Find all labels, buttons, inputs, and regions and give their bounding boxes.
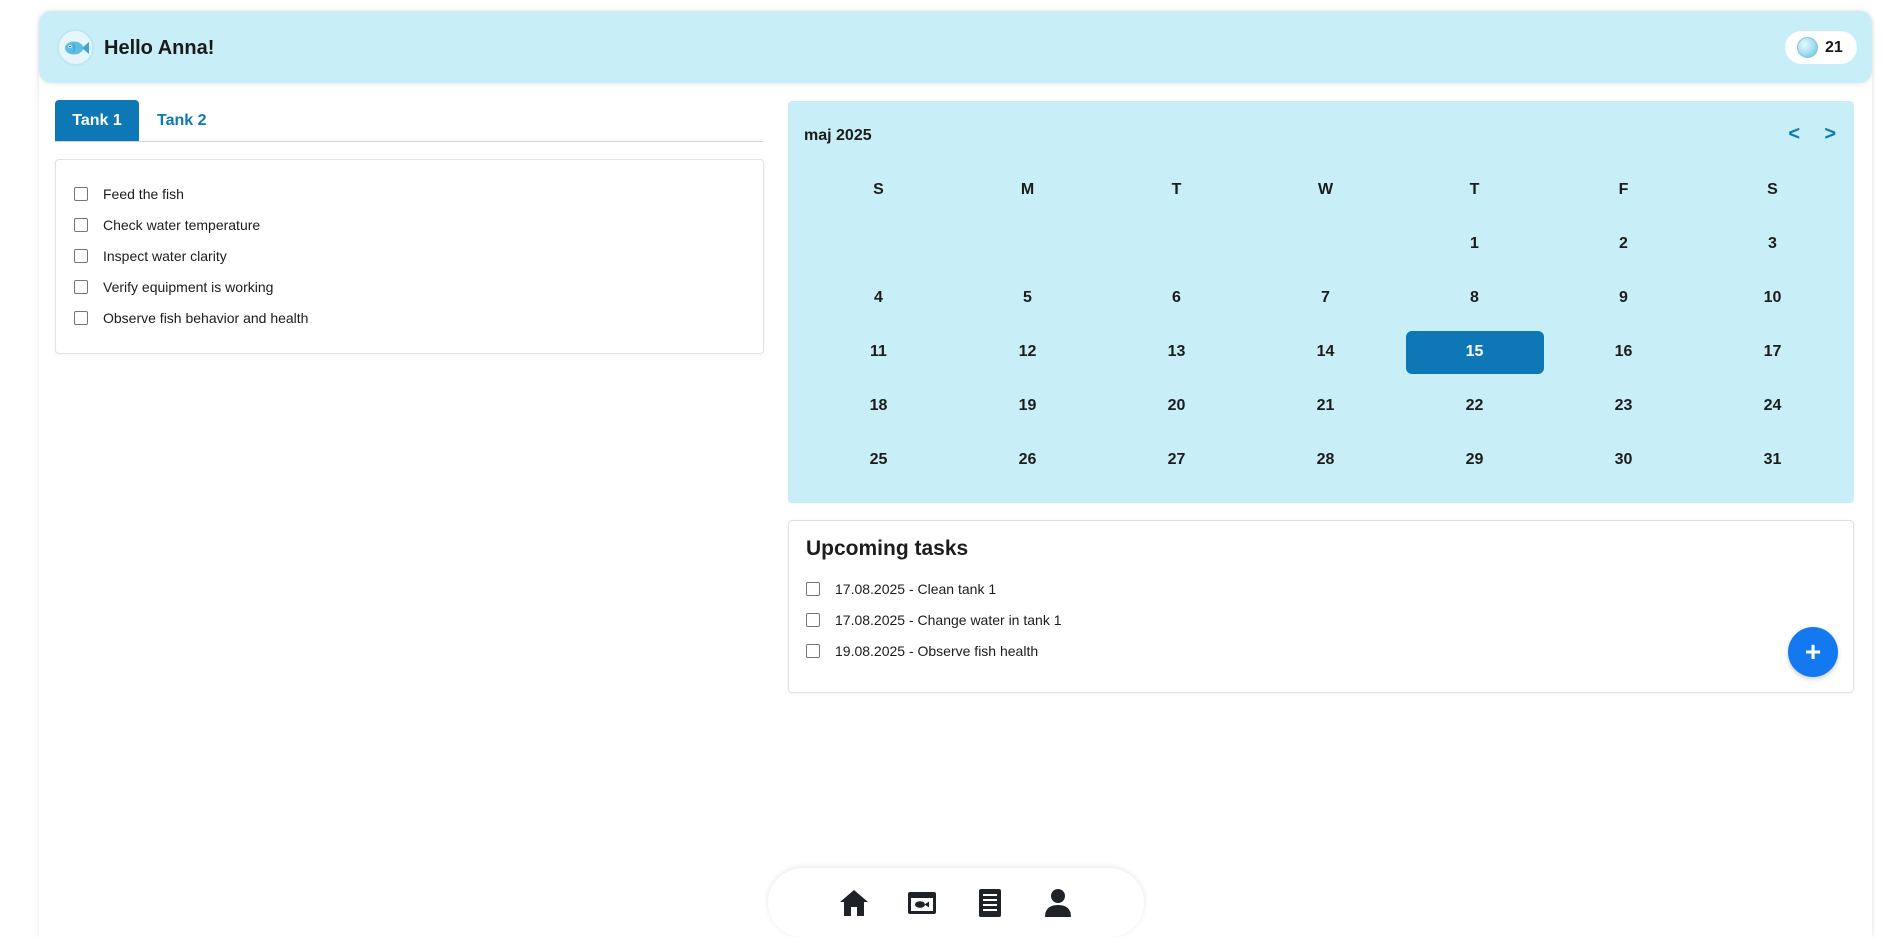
weekday-label: W: [1317, 181, 1334, 198]
calendar-day[interactable]: 31: [1698, 433, 1847, 487]
calendar-day[interactable]: 23: [1549, 379, 1698, 433]
user-icon: [1045, 888, 1071, 917]
app-window: Hello Anna! 21 Tank 1 Tank 2 Feed the fi…: [39, 11, 1872, 937]
weekday-label: T: [1469, 181, 1480, 198]
task-label: 17.08.2025 - Clean tank 1: [835, 580, 997, 597]
calendar-empty-cell: [1251, 217, 1400, 271]
fish-icon: [57, 29, 94, 66]
calendar-prev-button[interactable]: <: [1788, 123, 1800, 146]
tank-tabs: Tank 1 Tank 2: [55, 100, 763, 142]
calendar-day[interactable]: 14: [1251, 325, 1400, 379]
calendar-day[interactable]: 27: [1102, 433, 1251, 487]
calendar-grid: S M T W T F S 1 2 3 4 5 6 7 8 9 10 11 12 13 14 15 16 17 18 19 20 21…: [804, 163, 1846, 487]
calendar-day[interactable]: 30: [1549, 433, 1698, 487]
checklist-checkbox[interactable]: [74, 186, 88, 201]
calendar-day[interactable]: 19: [953, 379, 1102, 433]
calendar-day[interactable]: 9: [1549, 271, 1698, 325]
checklist-label: Inspect water clarity: [103, 247, 227, 264]
calendar-day[interactable]: 24: [1698, 379, 1847, 433]
bottom-navigation: [768, 868, 1144, 937]
calendar-day[interactable]: 22: [1400, 379, 1549, 433]
calendar-day[interactable]: 6: [1102, 271, 1251, 325]
calendar-day[interactable]: 25: [804, 433, 953, 487]
greeting-title: Hello Anna!: [104, 37, 215, 59]
nav-notes-button[interactable]: [972, 885, 1008, 921]
calendar-day[interactable]: 10: [1698, 271, 1847, 325]
calendar: maj 2025 < > S M T W T F S 1 2 3 4 5 6 7 8 9 10 11 12 13 14 1…: [788, 101, 1854, 503]
calendar-day[interactable]: 4: [804, 271, 953, 325]
checklist-label: Verify equipment is working: [103, 278, 274, 295]
calendar-day[interactable]: 3: [1698, 217, 1847, 271]
home-icon: [840, 889, 868, 916]
upcoming-task-item: 17.08.2025 - Change water in tank 1: [806, 604, 1836, 635]
checklist-item: Observe fish behavior and health: [74, 302, 745, 333]
calendar-day-label: 15: [1405, 330, 1544, 374]
calendar-day[interactable]: 29: [1400, 433, 1549, 487]
aquarium-icon: [908, 891, 936, 914]
checklist-checkbox[interactable]: [74, 248, 88, 263]
checklist-label: Feed the fish: [103, 185, 184, 202]
upcoming-task-item: 19.08.2025 - Observe fish health: [806, 635, 1836, 666]
task-checkbox[interactable]: [806, 612, 820, 627]
nav-profile-button[interactable]: [1040, 885, 1076, 921]
calendar-day[interactable]: 1: [1400, 217, 1549, 271]
bubble-count: 21: [1825, 38, 1843, 56]
weekday-label: T: [1171, 181, 1182, 198]
checklist-checkbox[interactable]: [74, 310, 88, 325]
calendar-day[interactable]: 16: [1549, 325, 1698, 379]
upcoming-task-item: 17.08.2025 - Clean tank 1: [806, 573, 1836, 604]
calendar-empty-cell: [804, 217, 953, 271]
calendar-day[interactable]: 17: [1698, 325, 1847, 379]
checklist-checkbox[interactable]: [74, 217, 88, 232]
bubble-icon: [1797, 37, 1818, 58]
calendar-day[interactable]: 2: [1549, 217, 1698, 271]
task-label: 19.08.2025 - Observe fish health: [835, 642, 1039, 659]
tab-tank-1[interactable]: Tank 1: [55, 100, 139, 141]
calendar-day[interactable]: 13: [1102, 325, 1251, 379]
checklist-item: Check water temperature: [74, 209, 745, 240]
calendar-day[interactable]: 8: [1400, 271, 1549, 325]
calendar-day[interactable]: 28: [1251, 433, 1400, 487]
checklist-checkbox[interactable]: [74, 279, 88, 294]
calendar-empty-cell: [953, 217, 1102, 271]
calendar-empty-cell: [1102, 217, 1251, 271]
checklist-label: Check water temperature: [103, 216, 261, 233]
upcoming-tasks-title: Upcoming tasks: [806, 537, 969, 560]
weekday-label: S: [1767, 181, 1778, 198]
checklist-item: Feed the fish: [74, 178, 745, 209]
calendar-day[interactable]: 11: [804, 325, 953, 379]
calendar-day[interactable]: 5: [953, 271, 1102, 325]
calendar-day[interactable]: 7: [1251, 271, 1400, 325]
daily-checklist: Feed the fish Check water temperature In…: [55, 159, 764, 354]
calendar-day[interactable]: 12: [953, 325, 1102, 379]
task-checkbox[interactable]: [806, 643, 820, 658]
tab-tank-2[interactable]: Tank 2: [139, 100, 225, 141]
calendar-day-selected[interactable]: 15: [1400, 325, 1549, 379]
calendar-day[interactable]: 20: [1102, 379, 1251, 433]
calendar-day[interactable]: 26: [953, 433, 1102, 487]
checklist-item: Inspect water clarity: [74, 240, 745, 271]
calendar-month-label: maj 2025: [804, 127, 872, 144]
bubble-counter: 21: [1785, 31, 1857, 64]
upcoming-tasks-card: Upcoming tasks 17.08.2025 - Clean tank 1…: [788, 520, 1854, 693]
checklist-label: Observe fish behavior and health: [103, 309, 309, 326]
weekday-label: S: [873, 181, 884, 198]
task-checkbox[interactable]: [806, 581, 820, 596]
add-task-button[interactable]: +: [1788, 627, 1838, 677]
document-icon: [979, 888, 1001, 917]
task-label: 17.08.2025 - Change water in tank 1: [835, 611, 1062, 628]
nav-home-button[interactable]: [836, 885, 872, 921]
header-bar: Hello Anna! 21: [39, 11, 1872, 83]
calendar-day[interactable]: 18: [804, 379, 953, 433]
calendar-next-button[interactable]: >: [1824, 123, 1836, 146]
checklist-item: Verify equipment is working: [74, 271, 745, 302]
calendar-day[interactable]: 21: [1251, 379, 1400, 433]
weekday-label: F: [1618, 181, 1629, 198]
weekday-label: M: [1020, 181, 1035, 198]
nav-aquarium-button[interactable]: [904, 885, 940, 921]
